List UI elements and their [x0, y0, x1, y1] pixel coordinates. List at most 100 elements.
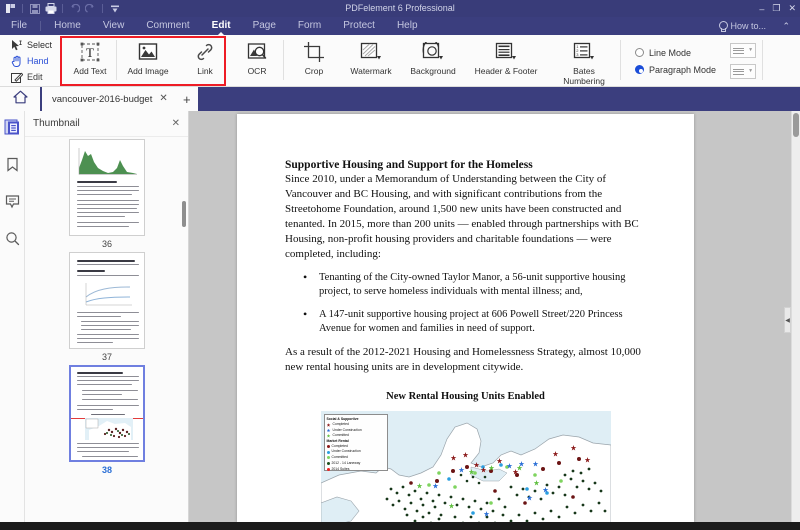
line-mode-radio[interactable]: [635, 48, 645, 57]
status-bar: [0, 522, 800, 530]
thumbnail-panel: Thumbnail ✕ 36 37 38: [25, 111, 189, 522]
paragraph-mode-radio[interactable]: [635, 65, 645, 74]
chevron-down-icon-2: ▼: [748, 68, 754, 74]
title-bar: PDFelement 6 Professional – ❐ ✕: [0, 0, 800, 17]
header-footer-button[interactable]: Header & Footer: [464, 35, 548, 87]
thumbnail-panel-header: Thumbnail ✕: [25, 111, 188, 137]
window-controls: – ❐ ✕: [759, 0, 796, 17]
new-tab-button[interactable]: +: [175, 87, 198, 111]
chevron-down-icon: ▼: [748, 47, 754, 53]
home-icon: [12, 90, 28, 109]
document-scrollbar-thumb[interactable]: [793, 113, 799, 137]
header-footer-label: Header & Footer: [474, 66, 538, 76]
legend-marker: [326, 445, 330, 449]
thumbnail-list[interactable]: 36 37 38: [25, 137, 189, 522]
document-tab-label: vancouver-2016-budget: [52, 93, 153, 105]
legend-marker: [326, 423, 331, 427]
select-tool-label: Select: [27, 40, 53, 50]
document-view: Supportive Housing and Support for the H…: [190, 111, 800, 522]
bates-numbering-icon: 123: [572, 40, 596, 64]
legend-marker: [326, 462, 330, 466]
hand-tool-label: Hand: [27, 56, 49, 66]
close-tab-icon[interactable]: ✕: [159, 94, 167, 104]
link-icon: [194, 40, 216, 64]
select-tool[interactable]: Select: [10, 38, 52, 53]
bates-numbering-button[interactable]: 123 Bates Numbering: [548, 35, 620, 87]
header-footer-icon: [494, 40, 518, 64]
workspace: Thumbnail ✕ 36 37 38 Supportive Housing …: [0, 111, 800, 522]
paragraph-mode-option[interactable]: Paragraph Mode: [635, 65, 716, 75]
line-mode-label: Line Mode: [649, 47, 692, 58]
legend-label: Committed: [332, 433, 349, 438]
paragraph-mode-picker[interactable]: ▼: [730, 64, 757, 79]
home-tab[interactable]: [0, 87, 40, 111]
how-to-button[interactable]: How to...: [718, 17, 766, 35]
ribbon-divider-4: [762, 40, 764, 80]
legend-marker: [326, 456, 330, 460]
background-button[interactable]: Background: [402, 35, 464, 87]
pdfelement-window: PDFelement 6 Professional – ❐ ✕ File Hom…: [0, 0, 800, 530]
document-scrollbar[interactable]: [791, 111, 800, 522]
legend-marker: [326, 450, 330, 454]
svg-text:T: T: [86, 45, 94, 60]
page-tools-group: Crop Watermark Background Header & Foote…: [284, 35, 620, 87]
add-image-button[interactable]: Add Image: [117, 35, 179, 87]
line-mode-option[interactable]: Line Mode: [635, 48, 716, 58]
page-number-label: 38: [101, 465, 112, 475]
bookmark-panel-icon[interactable]: [4, 156, 21, 173]
crop-label: Crop: [304, 66, 324, 76]
list-item: A 147-unit supportive housing project at…: [285, 307, 646, 336]
selection-tools-group: Select Hand Edit: [0, 35, 58, 87]
bates-numbering-label: Bates Numbering: [563, 66, 605, 86]
page-number-label: 36: [101, 239, 112, 249]
cursor-arrow-icon: [10, 39, 23, 52]
page-number-label: 37: [101, 352, 112, 362]
menu-item-edit[interactable]: Edit: [201, 17, 242, 36]
edit-tool[interactable]: Edit: [10, 70, 52, 85]
link-button[interactable]: Link: [179, 35, 231, 87]
thumbnail-scrollbar-thumb[interactable]: [182, 201, 186, 227]
hand-tool[interactable]: Hand: [10, 54, 52, 69]
menu-divider: [40, 21, 42, 31]
legend-label: 2014 Suites: [331, 466, 350, 471]
add-text-label: Add Text: [73, 66, 107, 76]
collapse-panel-button[interactable]: ◀: [784, 307, 791, 333]
close-button[interactable]: ✕: [788, 3, 796, 14]
minimize-button[interactable]: –: [759, 4, 764, 14]
search-panel-icon[interactable]: [4, 230, 21, 247]
thumbnail-panel-icon[interactable]: [4, 119, 21, 136]
menu-item-view[interactable]: View: [92, 17, 136, 35]
watermark-button[interactable]: Watermark: [340, 35, 402, 87]
add-text-button[interactable]: T Add Text: [64, 35, 116, 87]
menu-item-page[interactable]: Page: [242, 17, 287, 35]
add-image-label: Add Image: [127, 66, 169, 76]
menu-item-home[interactable]: Home: [43, 17, 92, 35]
menu-item-file[interactable]: File: [0, 17, 38, 35]
close-thumbnail-panel-icon[interactable]: ✕: [172, 118, 180, 129]
collapse-ribbon-icon[interactable]: ⌃: [782, 17, 790, 35]
legend-label: Committed: [331, 454, 348, 459]
line-mode-picker[interactable]: ▼: [730, 43, 757, 58]
menu-item-help[interactable]: Help: [386, 17, 429, 35]
maximize-button[interactable]: ❐: [772, 3, 780, 14]
legend-marker: [326, 433, 331, 438]
rental-housing-map: Social & Supportive Completed Under Cons…: [320, 411, 611, 522]
map-legend: Social & Supportive Completed Under Cons…: [323, 414, 388, 471]
mode-picker-group: ▼ ▼: [724, 35, 762, 87]
thumbnail-page-36[interactable]: 36: [25, 139, 189, 249]
thumbnail-page-37[interactable]: 37: [25, 252, 189, 362]
menu-item-form[interactable]: Form: [287, 17, 332, 35]
menu-item-protect[interactable]: Protect: [332, 17, 386, 35]
menu-item-comment[interactable]: Comment: [135, 17, 200, 35]
comment-panel-icon[interactable]: [4, 193, 21, 210]
background-icon: [421, 40, 445, 64]
figure-title: New Rental Housing Units Enabled: [386, 391, 545, 402]
document-tab[interactable]: vancouver-2016-budget ✕: [42, 87, 176, 111]
pencil-edit-icon: [10, 71, 24, 84]
crop-icon: [303, 40, 325, 64]
thumbnail-page-38[interactable]: 38: [25, 365, 189, 475]
how-to-label: How to...: [730, 21, 766, 31]
ocr-button[interactable]: OCR: [231, 35, 283, 87]
pdf-page[interactable]: Supportive Housing and Support for the H…: [237, 114, 694, 522]
crop-button[interactable]: Crop: [288, 35, 340, 87]
